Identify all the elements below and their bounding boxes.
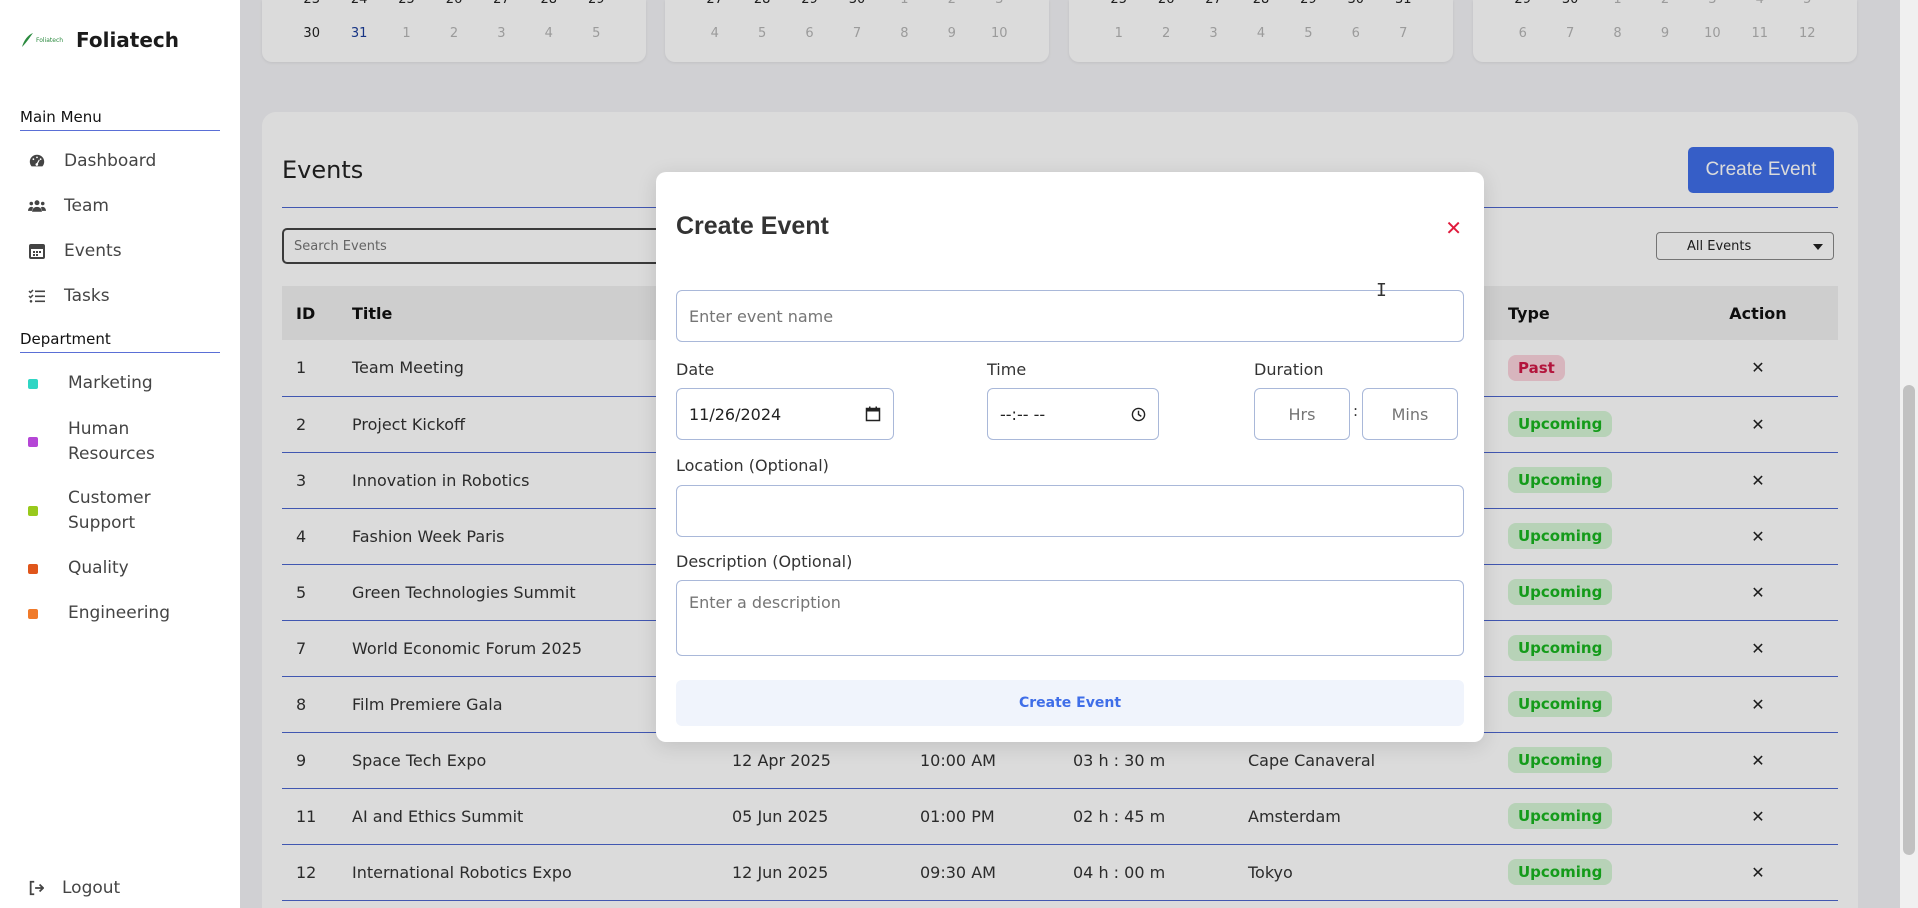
logout-button[interactable]: Logout	[28, 878, 120, 898]
calendar-picker-icon[interactable]	[865, 406, 881, 422]
location-input[interactable]	[676, 485, 1464, 537]
department-dot-icon	[28, 564, 38, 574]
brand[interactable]: Foliatech Foliatech	[20, 28, 179, 52]
department-dot-icon	[28, 437, 38, 447]
department-label: Engineering	[68, 603, 170, 623]
date-label: Date	[676, 360, 715, 379]
create-event-modal: Create Event ✕ Date 11/26/2024 Time --:-…	[656, 172, 1484, 742]
duration-label: Duration	[1254, 360, 1324, 379]
department-item-engineering[interactable]: Engineering	[28, 601, 170, 626]
sidebar-item-label: Dashboard	[64, 151, 157, 171]
location-label: Location (Optional)	[676, 456, 829, 475]
department-dot-icon	[28, 506, 38, 516]
event-name-input[interactable]	[676, 290, 1464, 342]
department-label: Quality	[68, 558, 129, 578]
modal-title: Create Event	[676, 212, 829, 240]
sidebar-item-team[interactable]: Team	[28, 196, 109, 216]
department-title: Department	[20, 330, 220, 353]
main-menu-title: Main Menu	[20, 108, 220, 131]
calendar-icon	[29, 244, 45, 259]
description-textarea[interactable]	[676, 580, 1464, 656]
close-icon[interactable]: ✕	[1445, 216, 1462, 240]
sidebar-item-label: Events	[64, 241, 122, 261]
sidebar-item-label: Tasks	[64, 286, 110, 306]
sidebar-item-label: Team	[64, 196, 109, 216]
department-dot-icon	[28, 379, 38, 389]
logout-icon	[29, 880, 44, 896]
department-item-quality[interactable]: Quality	[28, 556, 129, 581]
department-label: Marketing	[68, 373, 153, 393]
page-scrollbar[interactable]	[1900, 0, 1918, 908]
time-label: Time	[987, 360, 1027, 379]
team-icon	[28, 200, 46, 212]
brand-name: Foliatech	[76, 28, 180, 52]
department-dot-icon	[28, 609, 38, 619]
text-cursor-icon: I	[1376, 280, 1387, 301]
foliatech-logo-icon: Foliatech	[20, 28, 64, 52]
duration-hours-input[interactable]	[1254, 388, 1350, 440]
duration-minutes-input[interactable]	[1362, 388, 1458, 440]
clock-icon[interactable]	[1131, 407, 1146, 422]
department-item-human-resources[interactable]: Human Resources	[28, 417, 188, 467]
sidebar-item-tasks[interactable]: Tasks	[28, 286, 110, 306]
date-input[interactable]: 11/26/2024	[676, 388, 894, 440]
dashboard-icon	[29, 154, 45, 167]
scrollbar-thumb[interactable]	[1903, 385, 1915, 855]
date-value: 11/26/2024	[689, 404, 782, 424]
time-value: --:-- --	[1000, 404, 1046, 424]
department-item-customer-support[interactable]: Customer Support	[28, 486, 188, 536]
department-label: Human Resources	[68, 419, 155, 464]
submit-create-event-button[interactable]: Create Event	[676, 680, 1464, 726]
sidebar-item-events[interactable]: Events	[28, 241, 122, 261]
department-label: Customer Support	[68, 488, 151, 533]
logout-label: Logout	[62, 878, 121, 898]
tasks-icon	[28, 289, 45, 303]
time-input[interactable]: --:-- --	[987, 388, 1159, 440]
department-item-marketing[interactable]: Marketing	[28, 371, 153, 396]
description-label: Description (Optional)	[676, 552, 853, 571]
sidebar: Foliatech Foliatech Main Menu Dashboard …	[0, 0, 240, 908]
sidebar-item-dashboard[interactable]: Dashboard	[28, 151, 156, 171]
duration-separator: :	[1353, 402, 1359, 420]
